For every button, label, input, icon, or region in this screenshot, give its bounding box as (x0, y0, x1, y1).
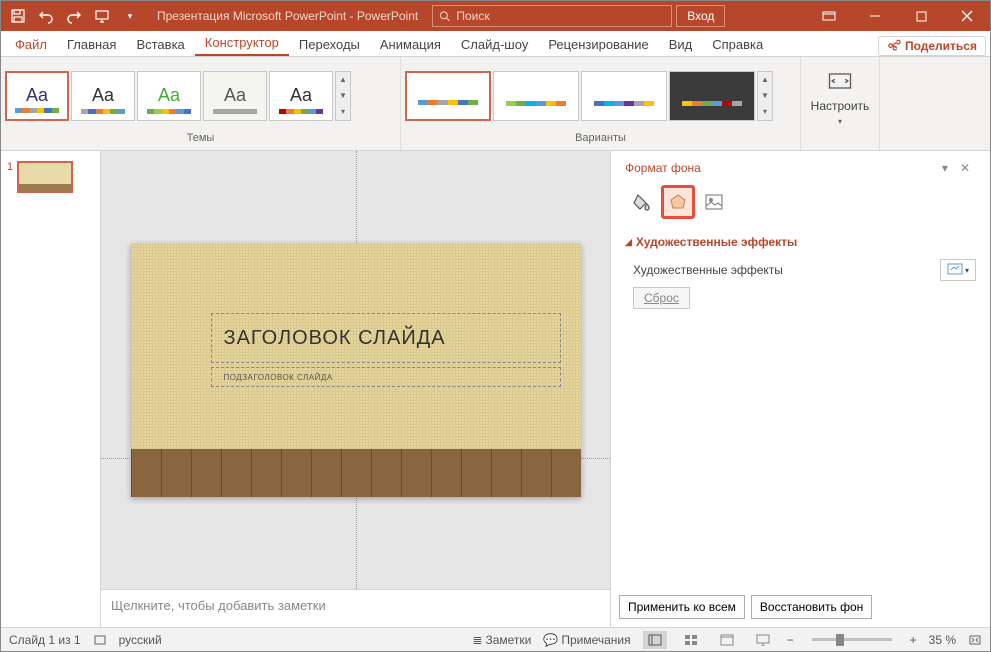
apply-all-button[interactable]: Применить ко всем (619, 595, 745, 619)
zoom-in-button[interactable]: + (910, 633, 917, 647)
thumbnail-image (17, 161, 73, 193)
tab-help[interactable]: Справка (702, 33, 773, 56)
reset-button[interactable]: Сброс (633, 287, 690, 309)
share-button[interactable]: Поделиться (878, 36, 986, 56)
search-box[interactable] (432, 5, 672, 27)
zoom-level[interactable]: 35 % (929, 633, 956, 647)
main-area: 1 ЗАГОЛОВОК СЛАЙДА ПОДЗАГОЛОВОК СЛАЙДА Щ… (1, 151, 990, 627)
picture-icon (704, 192, 724, 212)
spell-check-icon[interactable] (93, 633, 107, 647)
slide-counter[interactable]: Слайд 1 из 1 (9, 633, 81, 647)
variant-thumb-1[interactable] (405, 71, 491, 121)
variant-thumb-2[interactable] (493, 71, 579, 121)
themes-expand[interactable]: ▲▼▾ (335, 71, 351, 121)
subtitle-placeholder[interactable]: ПОДЗАГОЛОВОК СЛАЙДА (211, 367, 561, 387)
configure-button[interactable]: Настроить ▾ (805, 61, 875, 131)
pane-menu-icon[interactable]: ▾ (936, 161, 954, 175)
ribbon-tabs: Файл Главная Вставка Конструктор Переход… (1, 31, 990, 57)
paint-bucket-icon (632, 192, 652, 212)
reading-view-icon[interactable] (715, 631, 739, 649)
language-button[interactable]: русский (119, 633, 162, 647)
ribbon-display-icon[interactable] (806, 1, 852, 31)
slide-canvas[interactable]: ЗАГОЛОВОК СЛАЙДА ПОДЗАГОЛОВОК СЛАЙДА (131, 243, 581, 497)
fill-tab[interactable] (625, 185, 659, 219)
maximize-icon[interactable] (898, 1, 944, 31)
theme-thumb-3[interactable]: Aa (137, 71, 201, 121)
tab-design[interactable]: Конструктор (195, 31, 289, 56)
comments-button[interactable]: 💬 Примечания (543, 633, 630, 647)
notes-pane[interactable]: Щелкните, чтобы добавить заметки (101, 589, 610, 627)
group-variants-label: Варианты (405, 130, 796, 146)
effects-tab[interactable] (661, 185, 695, 219)
ribbon: Aa Aa Aa Aa Aa ▲▼▾ Темы ▲▼▾ Варианты На (1, 57, 990, 151)
minimize-icon[interactable] (852, 1, 898, 31)
notes-button[interactable]: ≣ Заметки (472, 633, 531, 647)
tab-file[interactable]: Файл (5, 33, 57, 56)
theme-thumb-4[interactable]: Aa (203, 71, 267, 121)
window-title: Презентация Microsoft PowerPoint - Power… (147, 9, 428, 23)
variants-expand[interactable]: ▲▼▾ (757, 71, 773, 121)
tab-slideshow[interactable]: Слайд-шоу (451, 33, 538, 56)
login-button[interactable]: Вход (676, 5, 725, 27)
slideshow-view-icon[interactable] (751, 631, 775, 649)
section-artistic-effects[interactable]: ◢Художественные эффекты (625, 235, 976, 249)
sorter-view-icon[interactable] (679, 631, 703, 649)
variant-thumb-3[interactable] (581, 71, 667, 121)
slide-editor: ЗАГОЛОВОК СЛАЙДА ПОДЗАГОЛОВОК СЛАЙДА Щел… (101, 151, 610, 627)
zoom-out-button[interactable]: − (787, 633, 794, 647)
start-slideshow-icon[interactable] (89, 3, 115, 29)
theme-thumb-5[interactable]: Aa (269, 71, 333, 121)
tab-animations[interactable]: Анимация (370, 33, 451, 56)
tab-insert[interactable]: Вставка (126, 33, 194, 56)
tab-review[interactable]: Рецензирование (538, 33, 658, 56)
save-icon[interactable] (5, 3, 31, 29)
status-bar: Слайд 1 из 1 русский ≣ Заметки 💬 Примеча… (1, 627, 990, 651)
slide-thumbnail-1[interactable]: 1 (7, 161, 94, 193)
normal-view-icon[interactable] (643, 631, 667, 649)
zoom-slider[interactable] (812, 638, 892, 641)
effects-dropdown[interactable]: ▾ (940, 259, 976, 281)
pane-title: Формат фона (625, 161, 701, 175)
quick-access-toolbar: ▾ (1, 3, 147, 29)
close-icon[interactable] (944, 1, 990, 31)
tab-home[interactable]: Главная (57, 33, 126, 56)
fit-to-window-icon[interactable] (968, 634, 982, 646)
restore-bg-button[interactable]: Восстановить фон (751, 595, 872, 619)
format-background-pane: Формат фона ▾ ✕ ◢Художественные эффекты … (610, 151, 990, 627)
slide-size-icon (826, 67, 854, 95)
powerpoint-window: ▾ Презентация Microsoft PowerPoint - Pow… (0, 0, 991, 652)
effects-preview-icon (947, 263, 963, 277)
theme-thumb-1[interactable]: Aa (5, 71, 69, 121)
pentagon-icon (668, 192, 688, 212)
tab-transitions[interactable]: Переходы (289, 33, 370, 56)
theme-thumb-2[interactable]: Aa (71, 71, 135, 121)
search-input[interactable] (456, 9, 665, 23)
picture-tab[interactable] (697, 185, 731, 219)
qat-dropdown-icon[interactable]: ▾ (117, 3, 143, 29)
share-icon (887, 39, 901, 53)
slide-floor-image (131, 449, 581, 497)
redo-icon[interactable] (61, 3, 87, 29)
variant-thumb-4[interactable] (669, 71, 755, 121)
search-icon (439, 10, 450, 22)
undo-icon[interactable] (33, 3, 59, 29)
pane-close-icon[interactable]: ✕ (954, 161, 976, 175)
group-themes-label: Темы (5, 130, 396, 146)
effects-label: Художественные эффекты (625, 263, 940, 277)
title-placeholder[interactable]: ЗАГОЛОВОК СЛАЙДА (211, 313, 561, 363)
titlebar: ▾ Презентация Microsoft PowerPoint - Pow… (1, 1, 990, 31)
tab-view[interactable]: Вид (659, 33, 703, 56)
thumbnails-panel: 1 (1, 151, 101, 627)
